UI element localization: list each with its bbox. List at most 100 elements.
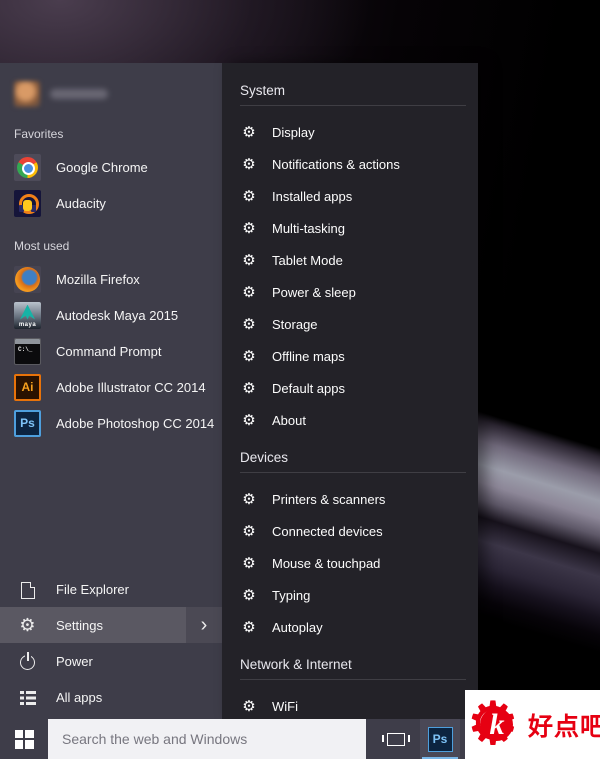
watermark-gear-icon: ⚙ k [466, 692, 525, 754]
section-label-most-used: Most used [14, 239, 70, 253]
gear-icon: ⚙ [242, 283, 256, 301]
flyout-item-about[interactable]: ⚙ About [222, 404, 478, 436]
app-item-adobe-photoshop-cc-2014[interactable]: Ps Adobe Photoshop CC 2014 [0, 405, 222, 441]
firefox-icon [14, 265, 41, 293]
task-view-button[interactable] [374, 719, 418, 759]
gear-icon: ⚙ [242, 522, 256, 540]
gear-icon: ⚙ [242, 379, 256, 397]
flyout-item-typing[interactable]: ⚙ Typing [222, 579, 478, 611]
app-label: Adobe Illustrator CC 2014 [56, 379, 206, 395]
flyout-item-label: Storage [272, 316, 318, 332]
ai-icon: Ai [14, 373, 41, 401]
app-label: Adobe Photoshop CC 2014 [56, 415, 215, 431]
start-menu: Favorites Google Chrome Audacity Most used M… [0, 63, 222, 719]
flyout-item-autoplay[interactable]: ⚙ Autoplay [222, 611, 478, 643]
app-item-mozilla-firefox[interactable]: Mozilla Firefox [0, 261, 222, 297]
start-button[interactable] [0, 719, 48, 759]
flyout-item-label: Typing [272, 587, 311, 603]
menu-item-label: File Explorer [56, 581, 129, 597]
chrome-icon [14, 153, 41, 181]
app-item-command-prompt[interactable]: C:\_ Command Prompt [0, 333, 222, 369]
start-menu-bottom: File Explorer ⚙ Settings › Power All apps [0, 571, 222, 715]
flyout-item-storage[interactable]: ⚙ Storage [222, 308, 478, 340]
flyout-item-label: Installed apps [272, 188, 353, 204]
flyout-item-label: Display [272, 124, 315, 140]
menu-item-settings[interactable]: ⚙ Settings › [0, 607, 222, 643]
menu-item-label: Power [56, 653, 93, 669]
app-item-google-chrome[interactable]: Google Chrome [0, 149, 222, 185]
app-item-audacity[interactable]: Audacity [0, 185, 222, 221]
flyout-item-label: Offline maps [272, 348, 345, 364]
watermark-letter: k [489, 707, 505, 741]
flyout-item-power-sleep[interactable]: ⚙ Power & sleep [222, 276, 478, 308]
flyout-item-label: About [272, 412, 306, 428]
flyout-item-display[interactable]: ⚙ Display [222, 116, 478, 148]
gear-icon: ⚙ [242, 411, 256, 429]
app-label: Audacity [56, 195, 106, 211]
all-apps-icon [14, 684, 41, 711]
power-icon [14, 648, 41, 675]
app-label: Autodesk Maya 2015 [56, 307, 179, 323]
flyout-group-header-system: System [240, 82, 286, 98]
maya-icon: maya [14, 301, 41, 329]
menu-item-label: All apps [56, 689, 103, 705]
divider [240, 472, 466, 473]
menu-item-file-explorer[interactable]: File Explorer [0, 571, 222, 607]
flyout-item-offline-maps[interactable]: ⚙ Offline maps [222, 340, 478, 372]
menu-item-power[interactable]: Power [0, 643, 222, 679]
gear-icon: ⚙ [242, 586, 256, 604]
watermark: ⚙ k 好点吧 [465, 690, 600, 759]
settings-icon: ⚙ [19, 615, 36, 635]
menu-item-all-apps[interactable]: All apps [0, 679, 222, 715]
flyout-item-connected-devices[interactable]: ⚙ Connected devices [222, 515, 478, 547]
desktop: Favorites Google Chrome Audacity Most used M… [0, 0, 600, 759]
flyout-item-wifi[interactable]: ⚙ WiFi [222, 690, 478, 722]
menu-item-label: Settings [56, 617, 103, 633]
flyout-item-multi-tasking[interactable]: ⚙ Multi-tasking [222, 212, 478, 244]
gear-icon: ⚙ [242, 219, 256, 237]
flyout-item-tablet-mode[interactable]: ⚙ Tablet Mode [222, 244, 478, 276]
flyout-item-default-apps[interactable]: ⚙ Default apps [222, 372, 478, 404]
app-item-adobe-illustrator-cc-2014[interactable]: Ai Adobe Illustrator CC 2014 [0, 369, 222, 405]
start-menu-sections: Favorites Google Chrome Audacity Most used M… [0, 125, 222, 441]
gear-icon: ⚙ [242, 347, 256, 365]
taskbar-search[interactable] [48, 719, 366, 759]
ps-icon: Ps [14, 409, 41, 437]
flyout-item-notifications-actions[interactable]: ⚙ Notifications & actions [222, 148, 478, 180]
gear-icon: ⚙ [242, 155, 256, 173]
flyout-item-label: Multi-tasking [272, 220, 345, 236]
divider [240, 105, 466, 106]
flyout-item-label: Notifications & actions [272, 156, 400, 172]
user-name-blurred [50, 89, 108, 99]
flyout-item-label: Mouse & touchpad [272, 555, 381, 571]
file-explorer-icon [14, 576, 41, 603]
section-label-favorites: Favorites [14, 127, 64, 141]
app-label: Google Chrome [56, 159, 148, 175]
flyout-group-header-devices: Devices [240, 449, 289, 465]
search-input[interactable] [48, 719, 366, 759]
photoshop-icon: Ps [427, 726, 453, 752]
app-item-autodesk-maya-2015[interactable]: maya Autodesk Maya 2015 [0, 297, 222, 333]
app-label: Mozilla Firefox [56, 271, 140, 287]
settings-flyout: System ⚙ Display ⚙ Notifications & actions ⚙ I… [222, 63, 478, 719]
gear-icon: ⚙ [242, 187, 256, 205]
flyout-item-label: Power & sleep [272, 284, 356, 300]
flyout-item-label: Tablet Mode [272, 252, 343, 268]
flyout-item-label: Connected devices [272, 523, 383, 539]
flyout-item-mouse-touchpad[interactable]: ⚙ Mouse & touchpad [222, 547, 478, 579]
chevron-right-icon[interactable]: › [186, 607, 222, 643]
divider [240, 679, 466, 680]
gear-icon: ⚙ [242, 251, 256, 269]
gear-icon: ⚙ [242, 490, 256, 508]
task-view-icon [382, 732, 410, 746]
user-profile[interactable] [0, 63, 222, 109]
app-label: Command Prompt [56, 343, 162, 359]
gear-icon: ⚙ [242, 123, 256, 141]
windows-logo-icon [14, 729, 34, 749]
flyout-item-printers-scanners[interactable]: ⚙ Printers & scanners [222, 483, 478, 515]
flyout-group-header-network-internet: Network & Internet [240, 656, 352, 672]
gear-icon: ⚙ [242, 315, 256, 333]
flyout-item-installed-apps[interactable]: ⚙ Installed apps [222, 180, 478, 212]
taskbar-photoshop-button[interactable]: Ps [420, 719, 460, 759]
watermark-text: 好点吧 [528, 712, 600, 741]
